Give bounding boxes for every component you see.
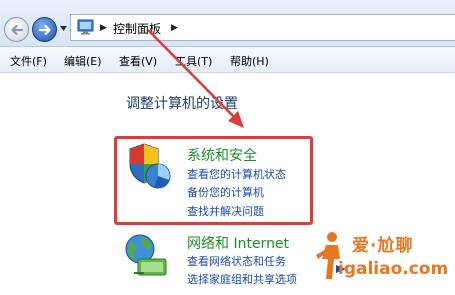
recent-pages-dropdown-icon[interactable] — [60, 26, 67, 32]
breadcrumb-control-panel[interactable]: 控制面板 — [113, 20, 161, 37]
breadcrumb-separator-icon[interactable]: ▶ — [171, 23, 178, 33]
network-globe-icon[interactable] — [124, 233, 170, 279]
category-title-network-internet[interactable]: 网络和 Internet — [187, 233, 289, 253]
watermark-text-bottom: igaliao.com — [338, 259, 449, 279]
control-panel-icon — [77, 19, 94, 35]
back-arrow-icon — [10, 24, 23, 35]
menu-view[interactable]: 查看(V) — [119, 53, 157, 69]
forward-arrow-icon — [38, 24, 51, 35]
menu-help[interactable]: 帮助(H) — [230, 53, 269, 69]
menu-edit[interactable]: 编辑(E) — [64, 53, 102, 69]
watermark-text-top: 爱·尬聊 — [352, 236, 414, 256]
breadcrumb-separator-icon[interactable]: ▶ — [100, 23, 107, 33]
link-homegroup-sharing[interactable]: 选择家庭组和共享选项 — [187, 271, 297, 287]
watermark: 爱·尬聊 igaliao.com — [314, 225, 455, 295]
link-view-network-status[interactable]: 查看网络状态和任务 — [187, 253, 286, 269]
highlight-box — [114, 136, 313, 225]
back-button[interactable] — [4, 17, 29, 42]
menu-tools[interactable]: 工具(T) — [175, 53, 212, 69]
menu-file[interactable]: 文件(F) — [10, 53, 47, 69]
menu-bar: 文件(F) 编辑(E) 查看(V) 工具(T) 帮助(H) — [0, 47, 455, 73]
address-bar[interactable]: ▶ 控制面板 ▶ — [70, 14, 455, 41]
navigation-bar: ▶ 控制面板 ▶ — [0, 0, 455, 47]
page-heading: 调整计算机的设置 — [126, 96, 238, 112]
forward-button[interactable] — [32, 17, 57, 42]
